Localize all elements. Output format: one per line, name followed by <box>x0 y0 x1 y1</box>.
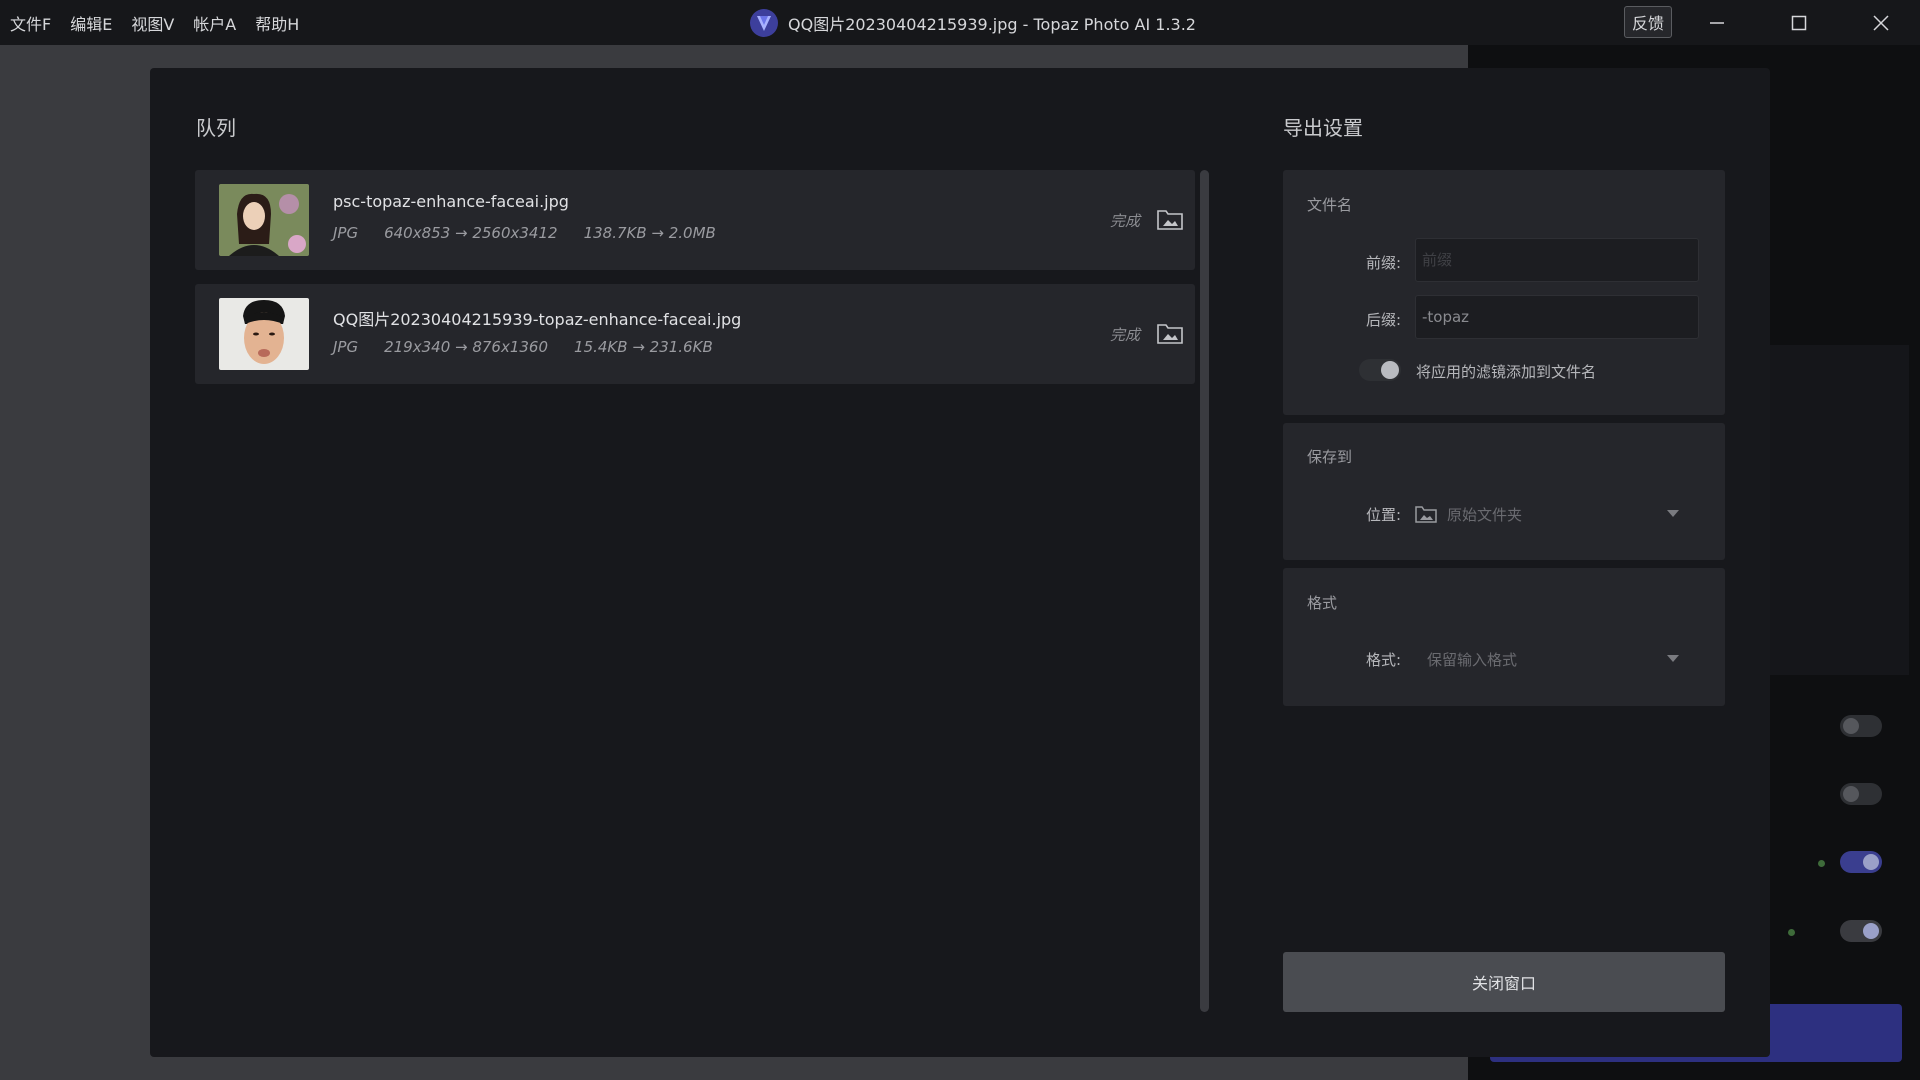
feedback-button[interactable]: 反馈 <box>1624 6 1672 38</box>
chevron-down-icon <box>1667 655 1679 662</box>
queue-item-format: JPG <box>333 224 359 242</box>
close-icon[interactable] <box>1840 0 1920 45</box>
queue-item-dimensions: 219x340 → 876x1360 <box>384 338 549 356</box>
queue-item-filename: psc-topaz-enhance-faceai.jpg <box>333 192 569 211</box>
background-toggle <box>1840 920 1882 942</box>
image-thumbnail <box>219 298 309 370</box>
image-thumbnail <box>219 184 309 256</box>
format-label: 格式: <box>1366 651 1402 669</box>
open-folder-icon[interactable] <box>1157 208 1183 230</box>
background-status-dot <box>1788 929 1795 936</box>
location-label: 位置: <box>1366 506 1402 524</box>
open-folder-icon[interactable] <box>1157 322 1183 344</box>
queue-item-status: 完成 <box>1110 326 1141 344</box>
add-filters-toggle[interactable] <box>1359 359 1401 381</box>
background-status-dot <box>1818 860 1825 867</box>
menu-bar: 文件F 编辑E 视图V 帐户A 帮助H <box>10 11 318 35</box>
queue-item-size: 138.7KB → 2.0MB <box>583 224 716 242</box>
prefix-label: 前缀: <box>1366 254 1402 272</box>
export-queue-dialog: 队列 导出设置 psc-topaz-enhance-faceai.jpg JPG <box>150 68 1770 1057</box>
queue-title: 队列 <box>196 116 236 140</box>
menu-help[interactable]: 帮助H <box>255 11 299 35</box>
queue-item[interactable]: psc-topaz-enhance-faceai.jpg JPG 640x853… <box>195 170 1195 270</box>
queue-item-dimensions: 640x853 → 2560x3412 <box>384 224 558 242</box>
window-title: QQ图片20230404215939.jpg - Topaz Photo AI … <box>788 14 1196 34</box>
topaz-logo-icon <box>750 8 778 37</box>
window-title-area: QQ图片20230404215939.jpg - Topaz Photo AI … <box>750 0 1196 45</box>
chevron-down-icon <box>1667 510 1679 517</box>
export-settings-title: 导出设置 <box>1283 116 1363 140</box>
location-value: 原始文件夹 <box>1447 505 1523 524</box>
background-toggle <box>1840 715 1882 737</box>
queue-scrollbar[interactable] <box>1200 170 1209 1012</box>
queue-item-meta: JPG 219x340 → 876x1360 15.4KB → 231.6KB <box>333 338 713 356</box>
format-dropdown[interactable]: 保留输入格式 <box>1415 639 1699 679</box>
minimize-icon[interactable] <box>1676 0 1758 45</box>
queue-item-meta: JPG 640x853 → 2560x3412 138.7KB → 2.0MB <box>333 224 716 242</box>
queue-item-filename: QQ图片20230404215939-topaz-enhance-faceai.… <box>333 310 742 329</box>
prefix-input[interactable] <box>1415 238 1699 282</box>
location-dropdown[interactable]: 原始文件夹 <box>1415 494 1699 534</box>
save-to-card: 保存到 位置: 原始文件夹 <box>1283 423 1725 560</box>
title-bar: 文件F 编辑E 视图V 帐户A 帮助H QQ图片20230404215939.j… <box>0 0 1920 45</box>
suffix-label: 后缀: <box>1366 311 1402 329</box>
save-to-section-label: 保存到 <box>1307 448 1353 466</box>
queue-item-size: 15.4KB → 231.6KB <box>574 338 713 356</box>
queue-item-format: JPG <box>333 338 359 356</box>
filename-section-label: 文件名 <box>1307 196 1353 214</box>
background-toggle <box>1840 783 1882 805</box>
folder-icon <box>1415 505 1437 523</box>
queue-list: psc-topaz-enhance-faceai.jpg JPG 640x853… <box>195 170 1205 398</box>
format-card: 格式 格式: 保留输入格式 <box>1283 568 1725 706</box>
queue-item[interactable]: QQ图片20230404215939-topaz-enhance-faceai.… <box>195 284 1195 384</box>
maximize-icon[interactable] <box>1758 0 1840 45</box>
close-window-button[interactable]: 关闭窗口 <box>1283 952 1725 1012</box>
toggle-knob <box>1381 361 1399 379</box>
menu-edit[interactable]: 编辑E <box>70 11 112 35</box>
format-section-label: 格式 <box>1307 594 1338 612</box>
suffix-input[interactable] <box>1415 295 1699 339</box>
menu-account[interactable]: 帐户A <box>193 11 236 35</box>
add-filters-label: 将应用的滤镜添加到文件名 <box>1416 363 1597 381</box>
queue-item-status: 完成 <box>1110 212 1141 230</box>
filename-card: 文件名 前缀: 后缀: 将应用的滤镜添加到文件名 <box>1283 170 1725 415</box>
format-value: 保留输入格式 <box>1427 650 1518 669</box>
background-toggle <box>1840 851 1882 873</box>
menu-view[interactable]: 视图V <box>131 11 174 35</box>
menu-file[interactable]: 文件F <box>10 11 51 35</box>
